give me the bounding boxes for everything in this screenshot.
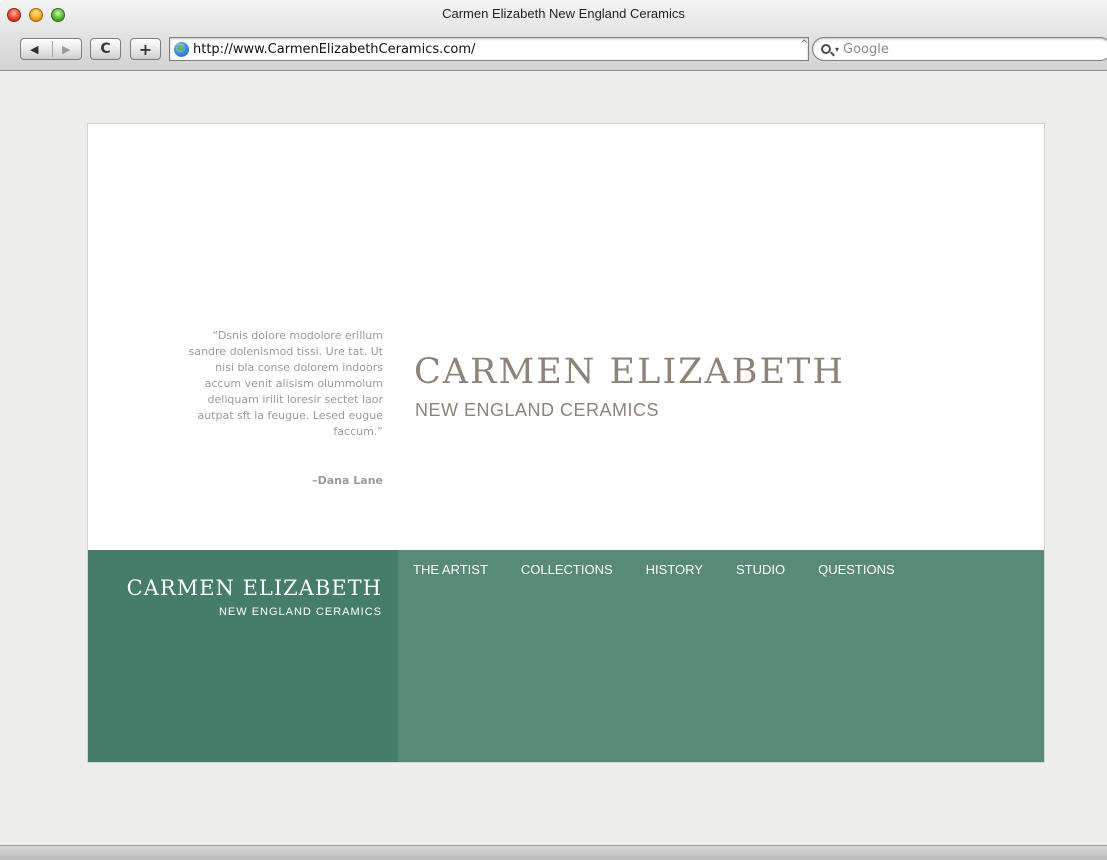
search-menu-arrow-icon[interactable]: ▾ <box>835 45 839 54</box>
footer-logo-subtitle[interactable]: NEW ENGLAND CERAMICS <box>219 606 382 618</box>
nav-item-collections[interactable]: COLLECTIONS <box>521 562 613 577</box>
hero-subtitle: NEW ENGLAND CERAMICS <box>415 400 660 420</box>
status-bar <box>0 845 1107 860</box>
plus-icon: + <box>138 39 153 59</box>
nav-item-history[interactable]: HISTORY <box>646 562 703 577</box>
reload-button[interactable]: C <box>90 38 121 60</box>
site-container: “Dsnis dolore modolore erillum sandre do… <box>88 124 1044 762</box>
nav-item-questions[interactable]: QUESTIONS <box>818 562 895 577</box>
address-bar[interactable]: http://www.CarmenElizabethCeramics.com/ <box>169 37 809 61</box>
browser-window: Carmen Elizabeth New England Ceramics ◀ … <box>0 0 1107 860</box>
browser-toolbar: Carmen Elizabeth New England Ceramics ◀ … <box>0 0 1107 71</box>
nav-item-studio[interactable]: STUDIO <box>736 562 785 577</box>
nav-item-the-artist[interactable]: THE ARTIST <box>413 562 488 577</box>
add-bookmark-button[interactable]: + <box>130 38 161 60</box>
back-forward-divider <box>52 41 53 57</box>
window-title: Carmen Elizabeth New England Ceramics <box>442 6 685 21</box>
testimonial-quote: “Dsnis dolore modolore erillum sandre do… <box>188 329 383 438</box>
search-icon[interactable] <box>821 44 831 54</box>
globe-icon <box>174 41 189 57</box>
snapback-icon[interactable]: ^ <box>800 39 808 50</box>
footer-brand-panel: CARMEN ELIZABETH NEW ENGLAND CERAMICS <box>88 550 398 762</box>
hero-section: “Dsnis dolore modolore erillum sandre do… <box>88 124 1044 550</box>
reload-icon: C <box>100 41 111 57</box>
main-navigation: THE ARTIST COLLECTIONS HISTORY STUDIO QU… <box>398 550 1044 762</box>
back-forward-buttons: ◀ ▶ <box>20 38 82 60</box>
search-placeholder[interactable]: Google <box>843 42 889 57</box>
back-arrow-icon[interactable]: ◀ <box>30 43 38 56</box>
hero-title: CARMEN ELIZABETH <box>414 352 845 392</box>
search-field[interactable]: ▾ Google <box>812 37 1107 61</box>
forward-arrow-icon[interactable]: ▶ <box>62 43 70 56</box>
nav-list: THE ARTIST COLLECTIONS HISTORY STUDIO QU… <box>413 562 928 577</box>
footer-logo-title[interactable]: CARMEN ELIZABETH <box>127 576 382 600</box>
testimonial-author: –Dana Lane <box>312 474 383 487</box>
url-text[interactable]: http://www.CarmenElizabethCeramics.com/ <box>193 42 475 57</box>
